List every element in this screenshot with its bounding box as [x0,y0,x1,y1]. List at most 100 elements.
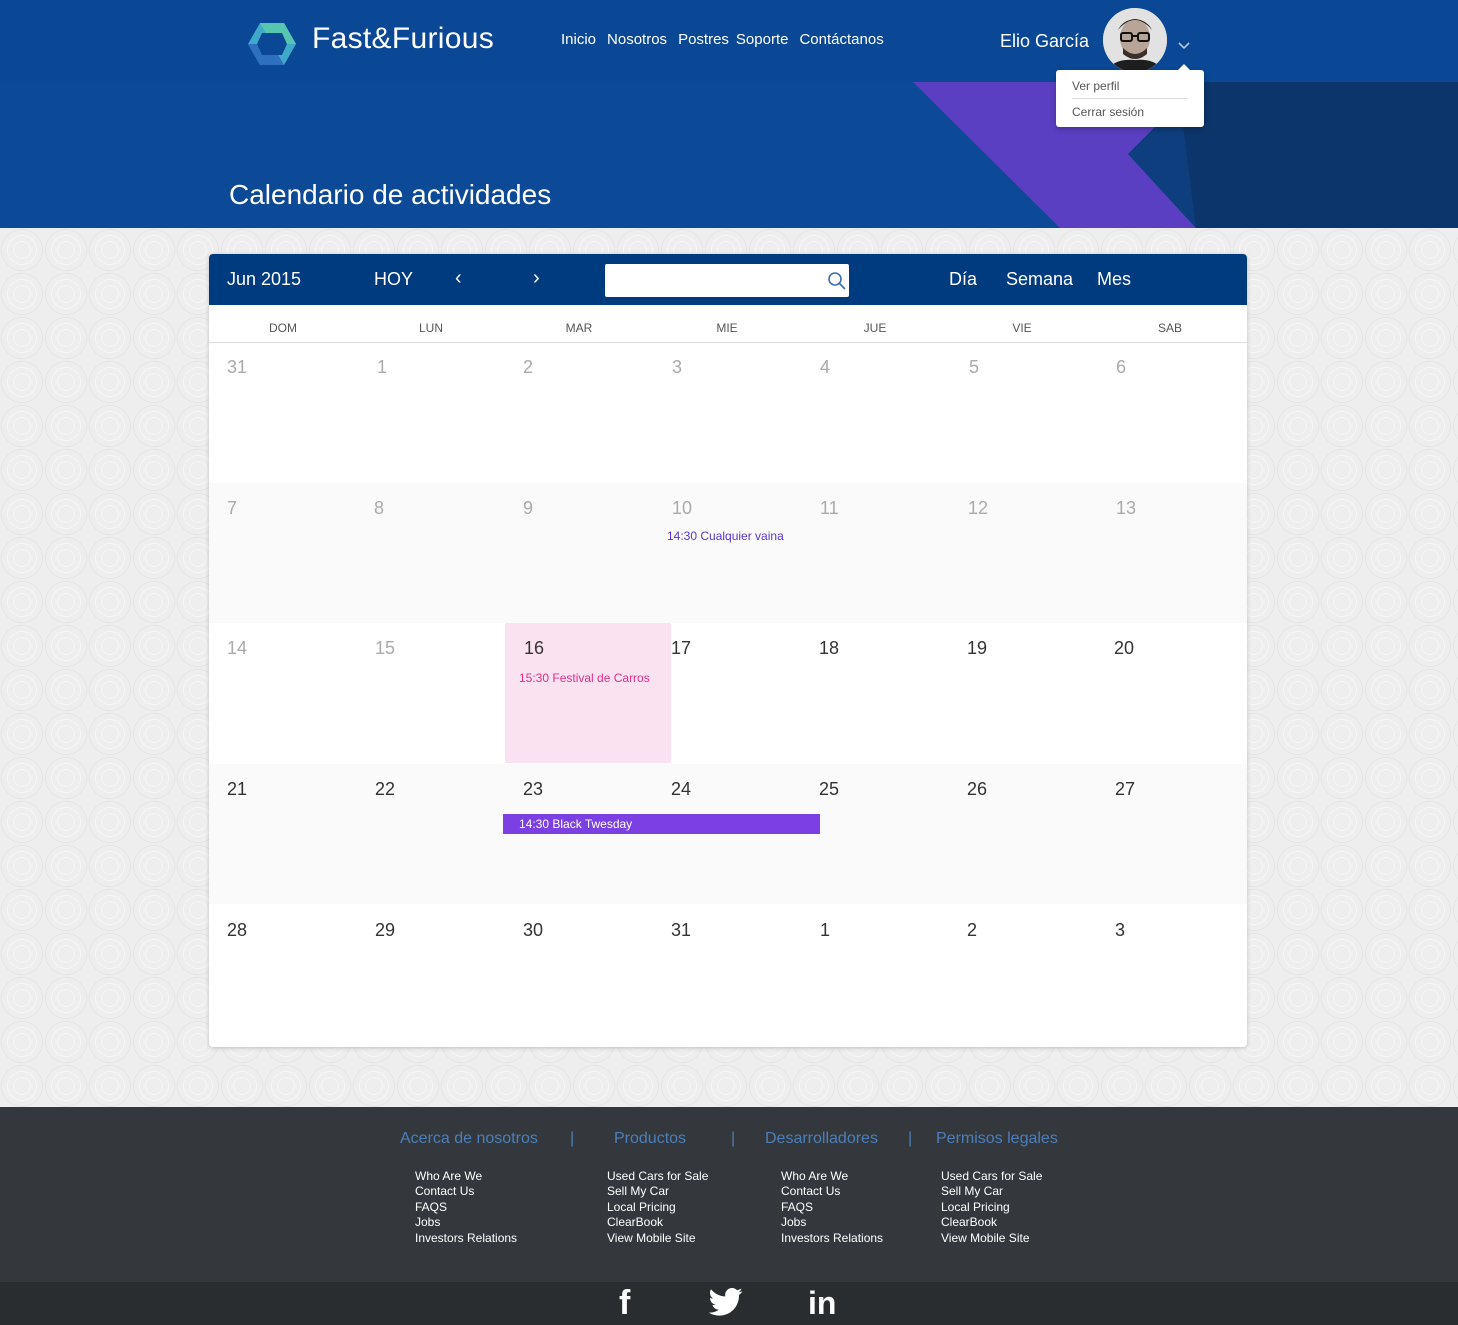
day-cell[interactable]: 21 [227,779,247,800]
footer-link[interactable]: Local Pricing [607,1200,708,1215]
avatar[interactable] [1103,8,1167,72]
weekday-lun: LUN [418,321,444,335]
view-day-button[interactable]: Día [949,269,977,290]
nav-item-soporte[interactable]: Soporte [736,31,789,48]
day-cell[interactable]: 11 [820,498,839,519]
nav-item-postres[interactable]: Postres [678,31,729,48]
brand-name[interactable]: Fast&Furious [312,22,494,56]
day-cell[interactable]: 29 [375,920,395,941]
footer-link[interactable]: Investors Relations [415,1231,517,1246]
footer-link[interactable]: Local Pricing [941,1200,1042,1215]
footer-link[interactable]: Sell My Car [941,1184,1042,1199]
weekday-mar: MAR [565,321,593,335]
footer-link[interactable]: Contact Us [781,1184,883,1199]
user-name[interactable]: Elio García [1000,31,1089,52]
footer-link[interactable]: FAQS [781,1200,883,1215]
banner-decoration [913,82,1458,228]
footer-link[interactable]: View Mobile Site [941,1231,1042,1246]
day-cell[interactable]: 1 [820,920,830,941]
day-cell[interactable]: 24 [671,779,691,800]
footer-link[interactable]: View Mobile Site [607,1231,708,1246]
day-cell-today[interactable]: 16 [524,638,544,659]
footer-category-productos[interactable]: Productos [614,1130,686,1148]
footer-link[interactable]: ClearBook [941,1215,1042,1230]
twitter-icon[interactable] [709,1287,743,1317]
menu-item-cerrar-sesion[interactable]: Cerrar sesión [1072,105,1144,119]
day-cell[interactable]: 30 [523,920,543,941]
footer-link[interactable]: ClearBook [607,1215,708,1230]
footer-link[interactable]: Who Are We [781,1169,883,1184]
nav-item-nosotros[interactable]: Nosotros [607,31,667,48]
day-cell[interactable]: 9 [523,498,533,519]
day-cell[interactable]: 7 [227,498,237,519]
footer-category-permisos[interactable]: Permisos legales [936,1130,1058,1148]
day-cell[interactable]: 23 [523,779,543,800]
weekday-mie: MIE [716,321,738,335]
day-cell[interactable]: 18 [819,638,839,659]
calendar-event[interactable]: 15:30 Festival de Carros [519,671,650,685]
weekday-jue: JUE [863,321,887,335]
day-cell[interactable]: 10 [672,498,692,519]
footer-category-desarrolladores[interactable]: Desarrolladores [765,1130,878,1148]
day-cell[interactable]: 25 [819,779,839,800]
day-cell[interactable]: 19 [967,638,987,659]
footer-category-acerca[interactable]: Acerca de nosotros [400,1130,538,1148]
week-row-2: 7 8 9 10 11 12 13 14:30 Cualquier vaina [209,483,1247,623]
next-month-button[interactable]: › [533,267,540,290]
calendar-event-bar[interactable]: 14:30 Black Twesday [503,814,820,834]
nav-item-contactanos[interactable]: Contáctanos [799,31,883,48]
search-input[interactable] [605,264,849,297]
day-cell[interactable]: 2 [967,920,977,941]
day-cell[interactable]: 22 [375,779,395,800]
day-cell[interactable]: 15 [375,638,395,659]
day-cell[interactable]: 8 [374,498,384,519]
day-cell[interactable]: 6 [1116,357,1126,378]
top-navbar: Fast&Furious Inicio Nosotros Postres Sop… [0,0,1458,82]
day-cell[interactable]: 20 [1114,638,1134,659]
day-cell[interactable]: 26 [967,779,987,800]
brand-logo-icon[interactable] [246,20,298,68]
day-cell[interactable]: 3 [1115,920,1125,941]
footer-link[interactable]: Used Cars for Sale [607,1169,708,1184]
day-cell[interactable]: 31 [227,357,247,378]
view-week-button[interactable]: Semana [1006,269,1073,290]
day-cell[interactable]: 12 [968,498,988,519]
site-footer: Acerca de nosotros | Productos | Desarro… [0,1107,1458,1282]
day-cell[interactable]: 14 [227,638,247,659]
day-cell[interactable]: 17 [671,638,691,659]
linkedin-icon[interactable]: in [808,1285,836,1321]
day-cell[interactable]: 28 [227,920,247,941]
footer-link[interactable]: Jobs [781,1215,883,1230]
day-cell[interactable]: 13 [1116,498,1136,519]
menu-item-ver-perfil[interactable]: Ver perfil [1072,79,1119,93]
day-cell[interactable]: 2 [523,357,533,378]
chevron-down-icon[interactable] [1178,40,1190,50]
footer-link-list: Who Are We Contact Us FAQS Jobs Investor… [781,1169,883,1246]
footer-link[interactable]: Investors Relations [781,1231,883,1246]
today-button[interactable]: HOY [374,269,413,290]
footer-link[interactable]: Sell My Car [607,1184,708,1199]
nav-item-inicio[interactable]: Inicio [561,31,596,48]
facebook-glyph: f [619,1284,631,1322]
search-icon[interactable] [827,271,847,291]
day-cell[interactable]: 3 [672,357,682,378]
user-photo-icon [1103,8,1167,72]
footer-link[interactable]: Used Cars for Sale [941,1169,1042,1184]
day-cell[interactable]: 27 [1115,779,1135,800]
day-cell[interactable]: 1 [377,357,387,378]
facebook-icon[interactable]: f [619,1285,630,1321]
week-row-1: 31 1 2 3 4 5 6 [209,343,1247,483]
footer-link[interactable]: Contact Us [415,1184,517,1199]
day-cell[interactable]: 4 [820,357,830,378]
footer-link[interactable]: FAQS [415,1200,517,1215]
day-cell[interactable]: 31 [671,920,691,941]
prev-month-button[interactable]: ‹ [455,267,462,290]
day-cell[interactable]: 5 [969,357,979,378]
calendar-event[interactable]: 14:30 Cualquier vaina [667,529,784,543]
footer-link[interactable]: Who Are We [415,1169,517,1184]
footer-link-list: Used Cars for Sale Sell My Car Local Pri… [941,1169,1042,1246]
footer-link[interactable]: Jobs [415,1215,517,1230]
view-month-button[interactable]: Mes [1097,269,1131,290]
page-banner: Calendario de actividades [0,82,1458,228]
month-label: Jun 2015 [227,269,302,289]
